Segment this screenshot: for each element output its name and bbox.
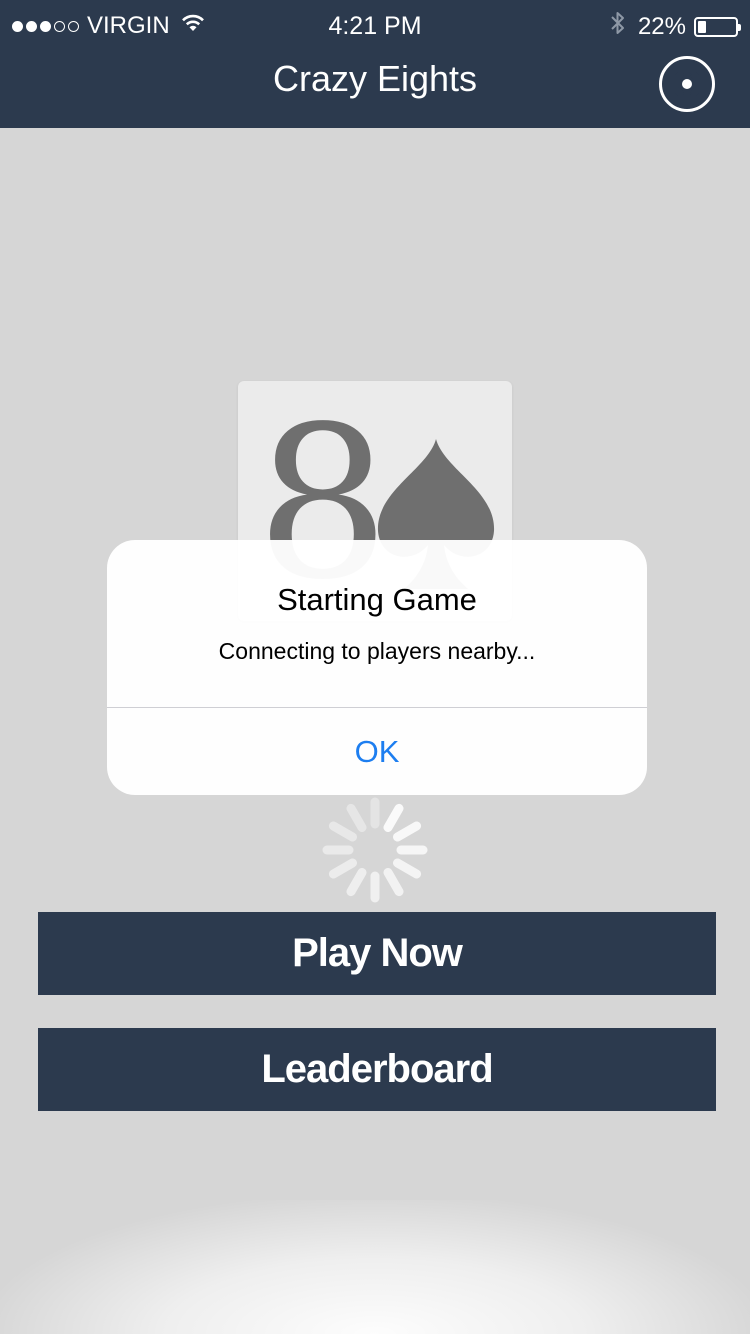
spinner-spoke	[346, 868, 367, 897]
battery-icon	[694, 16, 741, 37]
leaderboard-button[interactable]: Leaderboard	[38, 1028, 716, 1111]
status-right: 22%	[610, 10, 741, 43]
battery-fill	[698, 20, 706, 33]
spinner-spoke	[393, 858, 422, 879]
ok-button[interactable]: OK	[107, 708, 647, 795]
page-title: Crazy Eights	[272, 58, 478, 99]
play-now-button[interactable]: Play Now	[38, 912, 716, 995]
spinner-spoke	[393, 821, 422, 842]
alert-title: Starting Game	[277, 582, 477, 617]
loading-spinner-icon	[322, 797, 428, 903]
bottom-glow	[0, 1200, 750, 1334]
settings-button[interactable]	[659, 56, 715, 112]
spinner-spoke	[328, 858, 357, 879]
status-bar: VIRGIN 4:21 PM 22%	[0, 0, 750, 52]
battery-percent: 22%	[637, 12, 686, 40]
spinner-spoke	[328, 821, 357, 842]
navigation-bar: VIRGIN 4:21 PM 22% Crazy Eights	[0, 0, 750, 128]
spinner-spoke	[346, 803, 367, 832]
spinner-spoke	[383, 803, 404, 832]
spinner-spoke	[383, 868, 404, 897]
gear-icon	[672, 69, 702, 99]
bluetooth-icon	[610, 10, 626, 43]
alert-message: Connecting to players nearby...	[218, 638, 536, 664]
alert-dialog: Starting Game Connecting to players near…	[107, 540, 647, 795]
